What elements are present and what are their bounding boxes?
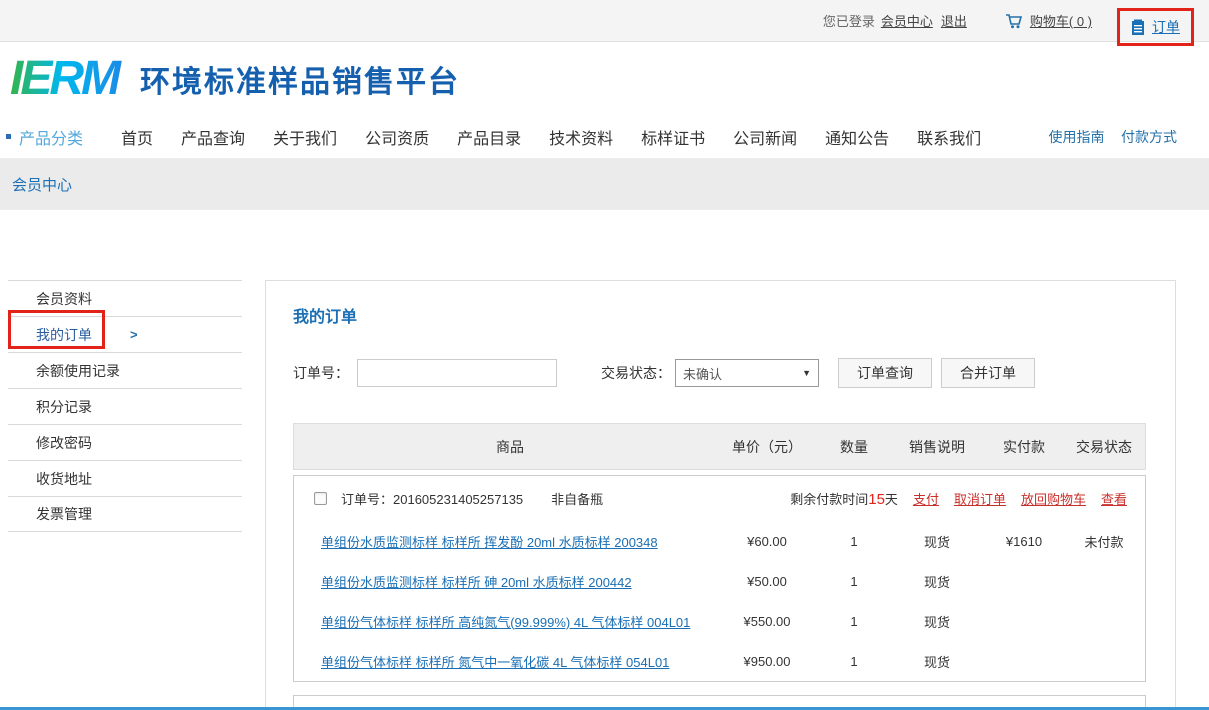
unit-price-cell: ¥550.00	[715, 614, 819, 629]
nav-item-notices[interactable]: 通知公告	[825, 125, 889, 149]
trade-status-label: 交易状态：	[601, 363, 671, 383]
orders-link[interactable]: 订单	[1152, 17, 1180, 37]
order-item-row: 单组份水质监测标样 标样所 挥发酚 20ml 水质标样 200348 ¥60.0…	[294, 521, 1145, 561]
cart-group[interactable]: 购物车( 0 )	[1005, 11, 1092, 30]
nav-item-product-category[interactable]: 产品分类	[6, 125, 83, 149]
product-link[interactable]: 单组份水质监测标样 标样所 挥发酚 20ml 水质标样 200348	[321, 535, 658, 550]
nav-item-contact-us[interactable]: 联系我们	[917, 125, 981, 149]
sidebar-item-invoice-management[interactable]: 发票管理	[8, 496, 242, 532]
nav-item-sample-certificates[interactable]: 标样证书	[641, 125, 705, 149]
logo-section: IERM 环境标准样品销售平台	[0, 42, 1209, 115]
order-item-row: 单组份气体标样 标样所 氮气中一氧化碳 4L 气体标样 054L01 ¥950.…	[294, 641, 1145, 681]
col-paid-amount: 实付款	[985, 437, 1063, 457]
breadcrumb-title: 会员中心	[12, 174, 72, 195]
order-no-input[interactable]	[357, 359, 557, 387]
unit-price-cell: ¥60.00	[715, 534, 819, 549]
merge-orders-button[interactable]: 合并订单	[941, 358, 1035, 388]
col-product: 商品	[294, 437, 715, 457]
product-link[interactable]: 单组份气体标样 标样所 高纯氮气(99.999%) 4L 气体标样 004L01	[321, 615, 690, 630]
nav-right-links: 使用指南 付款方式	[1037, 127, 1177, 147]
quantity-cell: 1	[819, 614, 889, 629]
main-nav: 产品分类 首页 产品查询 关于我们 公司资质 产品目录 技术资料 标样证书 公司…	[0, 115, 1209, 158]
order-actions: 剩余付款时间15天 支付 取消订单 放回购物车 查看	[790, 489, 1145, 508]
pay-link[interactable]: 支付	[913, 489, 939, 508]
unit-price-cell: ¥950.00	[715, 654, 819, 669]
quantity-cell: 1	[819, 574, 889, 589]
order-checkbox[interactable]	[314, 492, 327, 505]
order-item-row: 单组份气体标样 标样所 高纯氮气(99.999%) 4L 气体标样 004L01…	[294, 601, 1145, 641]
logout-link[interactable]: 退出	[941, 11, 967, 30]
sidebar-item-member-profile[interactable]: 会员资料	[8, 280, 242, 316]
col-trade-status: 交易状态	[1063, 437, 1145, 457]
login-status-text: 您已登录	[823, 11, 875, 30]
order-block: 订单号：201605231405257135 非自备瓶 剩余付款时间15天 支付…	[293, 475, 1146, 682]
sale-note-cell: 现货	[889, 612, 985, 631]
site-logo[interactable]: IERM	[10, 55, 126, 103]
sidebar-item-balance-records[interactable]: 余额使用记录	[8, 352, 242, 388]
cancel-order-link[interactable]: 取消订单	[954, 489, 1006, 508]
order-clipboard-icon	[1131, 19, 1152, 36]
sidebar-item-change-password[interactable]: 修改密码	[8, 424, 242, 460]
view-link[interactable]: 查看	[1101, 489, 1127, 508]
chevron-down-icon: ▼	[802, 368, 811, 378]
product-name-cell: 单组份水质监测标样 标样所 砷 20ml 水质标样 200442	[294, 572, 715, 591]
cart-link[interactable]: 购物车( 0 )	[1030, 11, 1092, 30]
sidebar-arrow-icon: >	[130, 327, 138, 342]
page-title: 我的订单	[293, 303, 1148, 327]
sale-note-cell: 现货	[889, 532, 985, 551]
sale-note-cell: 现货	[889, 652, 985, 671]
usage-guide-link[interactable]: 使用指南	[1049, 129, 1105, 145]
content-area: 会员资料 我的订单 > 余额使用记录 积分记录 修改密码 收货地址	[0, 210, 1209, 710]
product-link[interactable]: 单组份气体标样 标样所 氮气中一氧化碳 4L 气体标样 054L01	[321, 655, 669, 670]
nav-bullet-icon	[6, 134, 11, 139]
product-name-cell: 单组份水质监测标样 标样所 挥发酚 20ml 水质标样 200348	[294, 532, 715, 551]
col-unit-price: 单价（元）	[715, 437, 819, 457]
my-orders-panel: 我的订单 订单号： 交易状态： 未确认 ▼ 订单查询 合并订单 商品 单价（元）…	[265, 280, 1176, 710]
remaining-days: 15	[868, 491, 885, 508]
product-name-cell: 单组份气体标样 标样所 氮气中一氧化碳 4L 气体标样 054L01	[294, 652, 715, 671]
nav-item-technical-docs[interactable]: 技术资料	[549, 125, 613, 149]
site-title: 环境标准样品销售平台	[140, 57, 460, 101]
order-no-text: 订单号：201605231405257135	[341, 489, 523, 508]
col-quantity: 数量	[819, 437, 889, 457]
payment-method-link[interactable]: 付款方式	[1121, 129, 1177, 145]
col-sale-note: 销售说明	[889, 437, 985, 457]
trade-status-select[interactable]: 未确认 ▼	[675, 359, 819, 387]
return-to-cart-link[interactable]: 放回购物车	[1021, 489, 1086, 508]
order-header-row: 订单号：201605231405257135 非自备瓶 剩余付款时间15天 支付…	[294, 476, 1145, 521]
paid-amount-cell: ¥1610	[985, 534, 1063, 549]
member-sidebar: 会员资料 我的订单 > 余额使用记录 积分记录 修改密码 收货地址	[8, 280, 242, 532]
order-no-label: 订单号：	[293, 363, 349, 383]
order-filter-row: 订单号： 交易状态： 未确认 ▼ 订单查询 合并订单	[293, 358, 1148, 388]
unit-price-cell: ¥50.00	[715, 574, 819, 589]
nav-item-home[interactable]: 首页	[121, 125, 153, 149]
nav-item-product-search[interactable]: 产品查询	[181, 125, 245, 149]
product-link[interactable]: 单组份水质监测标样 标样所 砷 20ml 水质标样 200442	[321, 575, 632, 590]
cart-icon	[1005, 13, 1030, 29]
sidebar-item-shipping-address[interactable]: 收货地址	[8, 460, 242, 496]
bottle-note: 非自备瓶	[551, 489, 603, 508]
trade-status-value: 未确认	[683, 364, 722, 383]
breadcrumb: 会员中心	[0, 158, 1209, 210]
product-name-cell: 单组份气体标样 标样所 高纯氮气(99.999%) 4L 气体标样 004L01	[294, 612, 715, 631]
quantity-cell: 1	[819, 534, 889, 549]
quantity-cell: 1	[819, 654, 889, 669]
member-center-link[interactable]: 会员中心	[881, 11, 933, 30]
order-item-row: 单组份水质监测标样 标样所 砷 20ml 水质标样 200442 ¥50.00 …	[294, 561, 1145, 601]
nav-item-about-us[interactable]: 关于我们	[273, 125, 337, 149]
sidebar-item-points-records[interactable]: 积分记录	[8, 388, 242, 424]
orders-table-header: 商品 单价（元） 数量 销售说明 实付款 交易状态	[293, 423, 1146, 470]
sidebar-item-my-orders[interactable]: 我的订单 >	[8, 316, 242, 352]
nav-item-product-catalog[interactable]: 产品目录	[457, 125, 521, 149]
page: 您已登录 会员中心 退出 购物车( 0 )	[0, 0, 1209, 710]
trade-status-cell: 未付款	[1063, 532, 1145, 551]
nav-item-company-news[interactable]: 公司新闻	[733, 125, 797, 149]
orders-highlight-box[interactable]: 订单	[1117, 8, 1194, 46]
order-query-button[interactable]: 订单查询	[838, 358, 932, 388]
remaining-payment-time: 剩余付款时间15天	[790, 489, 898, 508]
topbar: 您已登录 会员中心 退出 购物车( 0 )	[0, 0, 1209, 42]
sale-note-cell: 现货	[889, 572, 985, 591]
nav-item-company-qualification[interactable]: 公司资质	[365, 125, 429, 149]
